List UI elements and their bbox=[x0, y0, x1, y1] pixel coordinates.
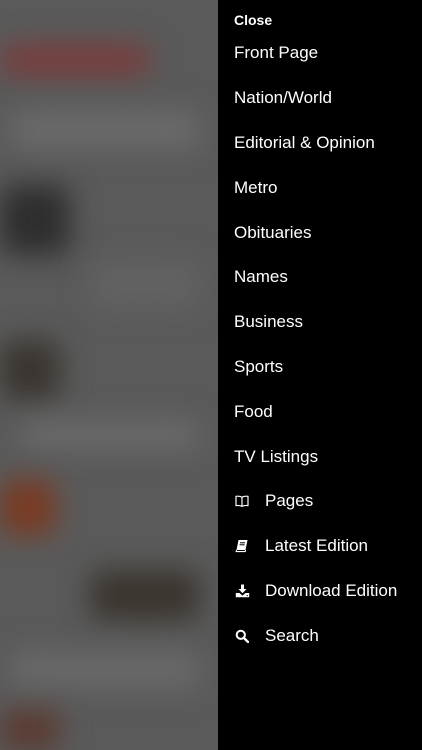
menu-item-food[interactable]: Food bbox=[234, 389, 422, 434]
menu-item-label: Pages bbox=[265, 491, 314, 511]
download-icon bbox=[234, 583, 250, 599]
blurred-text-block bbox=[90, 260, 200, 310]
menu-item-pages[interactable]: Pages bbox=[234, 479, 422, 524]
navigation-drawer: Close Front Page Nation/World Editorial … bbox=[218, 0, 422, 750]
menu-item-sports[interactable]: Sports bbox=[234, 345, 422, 390]
closed-book-icon bbox=[234, 538, 250, 554]
menu-item-label: Obituaries bbox=[234, 222, 312, 242]
menu-item-obituaries[interactable]: Obituaries bbox=[234, 210, 422, 255]
blurred-text-block bbox=[10, 650, 200, 690]
menu-item-tv-listings[interactable]: TV Listings bbox=[234, 434, 422, 479]
search-icon bbox=[234, 628, 250, 644]
menu-item-business[interactable]: Business bbox=[234, 300, 422, 345]
blurred-image bbox=[0, 340, 60, 400]
menu-item-names[interactable]: Names bbox=[234, 255, 422, 300]
menu-item-label: Names bbox=[234, 267, 288, 287]
menu-item-editorial-opinion[interactable]: Editorial & Opinion bbox=[234, 121, 422, 166]
blurred-image bbox=[0, 710, 60, 750]
menu-item-label: Front Page bbox=[234, 43, 319, 63]
menu-item-nation-world[interactable]: Nation/World bbox=[234, 76, 422, 121]
menu-item-download-edition[interactable]: Download Edition bbox=[234, 569, 422, 614]
blurred-text-block bbox=[10, 110, 200, 150]
menu-item-label: TV Listings bbox=[234, 446, 319, 466]
menu-item-label: Nation/World bbox=[234, 88, 332, 108]
blurred-image bbox=[0, 185, 70, 255]
blurred-headline bbox=[0, 45, 150, 75]
open-book-icon bbox=[234, 493, 250, 509]
blurred-text-block bbox=[20, 420, 200, 450]
menu-item-label: Latest Edition bbox=[265, 536, 369, 556]
menu-item-label: Food bbox=[234, 401, 273, 421]
menu-item-label: Download Edition bbox=[265, 580, 398, 600]
menu-item-front-page[interactable]: Front Page bbox=[234, 31, 422, 76]
menu-item-label: Metro bbox=[234, 177, 278, 197]
menu-item-search[interactable]: Search bbox=[234, 613, 422, 658]
close-button[interactable]: Close bbox=[234, 12, 272, 28]
background-page[interactable] bbox=[0, 0, 218, 750]
blurred-image bbox=[0, 480, 55, 535]
menu-item-label: Sports bbox=[234, 356, 284, 376]
menu-item-label: Business bbox=[234, 312, 303, 332]
app-screen: Close Front Page Nation/World Editorial … bbox=[0, 0, 422, 750]
menu-item-latest-edition[interactable]: Latest Edition bbox=[234, 524, 422, 569]
menu-item-metro[interactable]: Metro bbox=[234, 165, 422, 210]
blurred-image bbox=[90, 570, 200, 620]
menu-item-label: Editorial & Opinion bbox=[234, 132, 375, 152]
menu-item-label: Search bbox=[265, 625, 319, 645]
section-menu: Front Page Nation/World Editorial & Opin… bbox=[234, 31, 422, 658]
